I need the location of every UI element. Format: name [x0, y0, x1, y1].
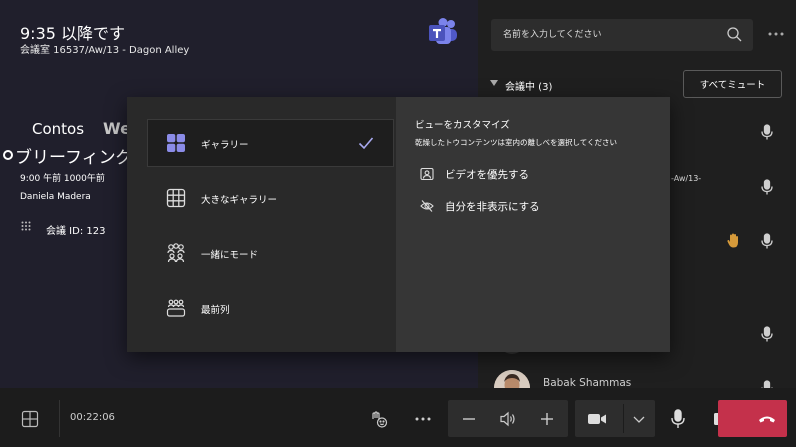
reactions-icon[interactable]: [370, 410, 388, 428]
speaker-icon[interactable]: [499, 410, 517, 428]
more-options-icon[interactable]: [768, 29, 784, 39]
more-actions-icon[interactable]: [414, 410, 432, 428]
participant-mic-icon[interactable]: [761, 326, 773, 342]
status-dot-icon: [3, 150, 13, 160]
hang-up-icon[interactable]: [758, 410, 776, 428]
participant-mic-icon[interactable]: [761, 233, 773, 249]
layout-option-label: 大きなギャラリー: [201, 195, 278, 206]
collapse-chevron-icon[interactable]: [490, 80, 498, 86]
participant-mic-icon[interactable]: [761, 124, 773, 140]
dialpad-icon: [21, 221, 31, 231]
in-meeting-header: 会議中 (3): [505, 82, 553, 93]
check-icon: [358, 136, 374, 150]
org-name: Contos: [32, 120, 85, 138]
volume-up-icon[interactable]: [538, 410, 556, 428]
event-time: 9:00 午前 1000午前: [20, 174, 105, 184]
video-priority-option[interactable]: ビデオを優先する: [445, 167, 529, 182]
gallery-icon: [166, 133, 186, 153]
layout-option-label: 一緒にモード: [201, 250, 259, 261]
customize-view-title: ビューをカスタマイズ: [415, 120, 510, 131]
participant-location-partial: -Aw/13-: [671, 174, 702, 183]
call-timer: 00:22:06: [70, 412, 115, 423]
hide-self-option[interactable]: 自分を非表示にする: [445, 199, 540, 214]
divider: [59, 400, 60, 437]
participant-search-input[interactable]: [503, 27, 723, 43]
mute-all-button[interactable]: すべてミュート: [683, 70, 782, 98]
hide-self-icon[interactable]: [420, 199, 434, 213]
chevron-down-icon[interactable]: [630, 410, 648, 428]
divider: [623, 404, 624, 433]
meeting-id: 会議 ID: 123: [46, 226, 106, 237]
hang-up-button[interactable]: [718, 400, 787, 437]
search-icon[interactable]: [727, 27, 742, 42]
participant-mic-icon[interactable]: [761, 179, 773, 195]
together-mode-icon: [166, 243, 186, 263]
volume-down-icon[interactable]: [460, 410, 478, 428]
video-priority-icon[interactable]: [420, 167, 434, 181]
front-row-icon: [166, 298, 186, 318]
customize-view-pane: [396, 97, 670, 352]
participant-mic-icon[interactable]: [761, 380, 773, 388]
large-gallery-icon: [166, 188, 186, 208]
customize-view-subtitle: 乾燥したトウコンテンツは室内の離しべを選択してください: [415, 138, 618, 147]
raised-hand-icon: [727, 233, 741, 248]
layout-grid-icon[interactable]: [21, 410, 39, 428]
microphone-icon[interactable]: [670, 409, 688, 428]
camera-icon[interactable]: [587, 410, 606, 428]
layout-option-label: ギャラリー: [201, 140, 249, 151]
teams-logo-icon: [427, 17, 459, 47]
meeting-room: 会議室 16537/Aw/13 - Dagon Alley: [20, 45, 190, 56]
organizer-name: Daniela Madera: [20, 192, 91, 202]
event-title: ブリーフィング: [15, 148, 133, 168]
layout-option-label: 最前列: [201, 305, 230, 316]
